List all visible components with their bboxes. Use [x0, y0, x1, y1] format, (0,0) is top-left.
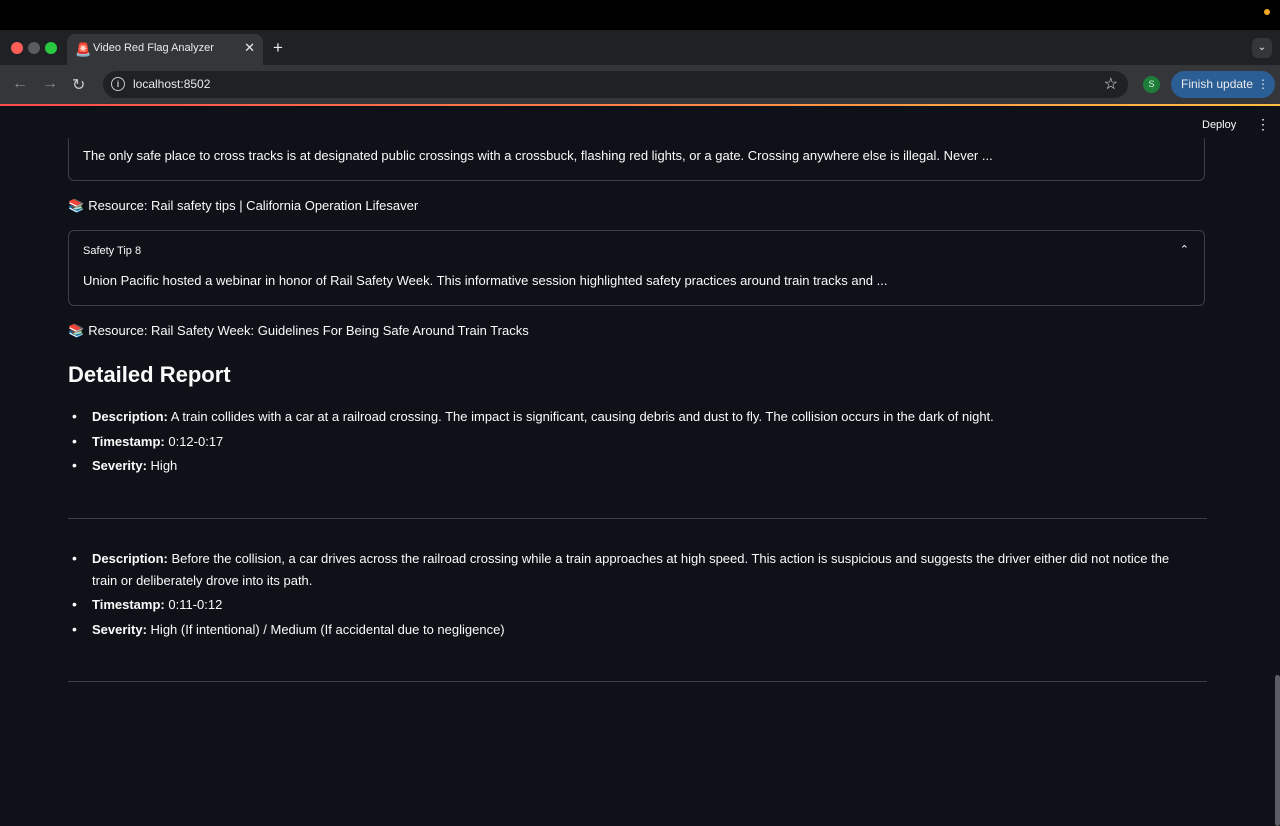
finish-update-label: Finish update [1181, 77, 1254, 91]
page-scrollbar[interactable] [1275, 675, 1280, 826]
browser-tab[interactable]: 🚨 Video Red Flag Analyzer ✕ [67, 34, 263, 65]
reload-button[interactable]: ↻ [72, 75, 85, 95]
browser-menu-icon[interactable]: ⋮ [1257, 71, 1269, 98]
timestamp-value: 0:12-0:17 [168, 433, 224, 449]
resource-7-link[interactable]: 📚 Resource: Rail safety tips | California… [68, 198, 418, 214]
list-item: Description: A train collides with a car… [68, 406, 1198, 428]
close-tab-icon[interactable]: ✕ [244, 40, 255, 56]
list-item: Timestamp: 0:12-0:17 [68, 431, 1198, 453]
severity-label: Severity: [92, 621, 147, 637]
safety-tip-8-text: Union Pacific hosted a webinar in honor … [83, 273, 888, 288]
books-icon: 📚 [68, 198, 85, 213]
chevron-up-icon[interactable]: ⌃ [1180, 243, 1189, 256]
severity-label: Severity: [92, 458, 147, 473]
report-item-2: Description: Before the collision, a car… [68, 548, 1183, 643]
system-menubar [0, 0, 1280, 30]
safety-tip-8-expander[interactable]: Safety Tip 8 ⌃ Union Pacific hosted a we… [68, 230, 1205, 306]
tab-title: Video Red Flag Analyzer [93, 42, 214, 54]
address-bar[interactable]: i localhost:8502 ☆ [103, 71, 1128, 98]
description-label: Description: [92, 409, 168, 424]
description-value: Before the collision, a car drives acros… [92, 551, 1170, 588]
timestamp-value: 0:11-0:12 [168, 597, 223, 612]
divider [68, 518, 1207, 519]
close-window-button[interactable] [11, 42, 23, 54]
minimize-window-button[interactable] [28, 42, 40, 54]
list-item: Timestamp: 0:11-0:12 [68, 594, 1183, 616]
resource-8-link[interactable]: 📚 Resource: Rail Safety Week: Guidelines … [68, 323, 529, 339]
safety-tip-7-expander[interactable]: The only safe place to cross tracks is a… [68, 138, 1205, 181]
safety-tip-7-text: The only safe place to cross tracks is a… [83, 148, 993, 163]
list-item: Description: Before the collision, a car… [68, 548, 1183, 591]
tab-search-button[interactable]: ⌄ [1252, 38, 1272, 58]
finish-update-button[interactable]: Finish update ⋮ [1171, 71, 1275, 98]
resource-7-text: Resource: Rail safety tips | California … [88, 198, 419, 213]
deploy-button[interactable]: Deploy [1202, 119, 1236, 131]
recording-indicator-icon [1264, 9, 1270, 15]
detailed-report-heading: Detailed Report [68, 362, 231, 387]
report-item-1: Description: A train collides with a car… [68, 406, 1198, 480]
profile-avatar[interactable]: S [1143, 76, 1160, 93]
list-item: Severity: High [68, 455, 1198, 477]
bookmark-star-icon[interactable]: ☆ [1104, 74, 1118, 94]
severity-value: High (If intentional) / Medium (If accid… [150, 621, 505, 637]
maximize-window-button[interactable] [45, 42, 57, 54]
new-tab-button[interactable]: + [273, 38, 283, 58]
timestamp-label: Timestamp: [92, 433, 165, 449]
back-button[interactable]: ← [12, 75, 28, 93]
siren-icon: 🚨 [75, 42, 92, 57]
url-text: localhost:8502 [133, 77, 211, 91]
resource-8-text: Resource: Rail Safety Week: Guidelines F… [88, 323, 529, 338]
divider [68, 681, 1207, 682]
description-label: Description: [92, 551, 168, 566]
description-value: A train collides with a car at a railroa… [170, 409, 994, 424]
site-info-icon[interactable]: i [111, 77, 125, 91]
severity-value: High [150, 458, 178, 473]
app-menu-icon[interactable]: ⋮ [1256, 116, 1270, 133]
timestamp-label: Timestamp: [92, 597, 165, 612]
safety-tip-8-title: Safety Tip 8 [83, 245, 142, 257]
forward-button[interactable]: → [42, 75, 58, 93]
list-item: Severity: High (If intentional) / Medium… [68, 619, 1183, 641]
books-icon: 📚 [68, 323, 85, 338]
